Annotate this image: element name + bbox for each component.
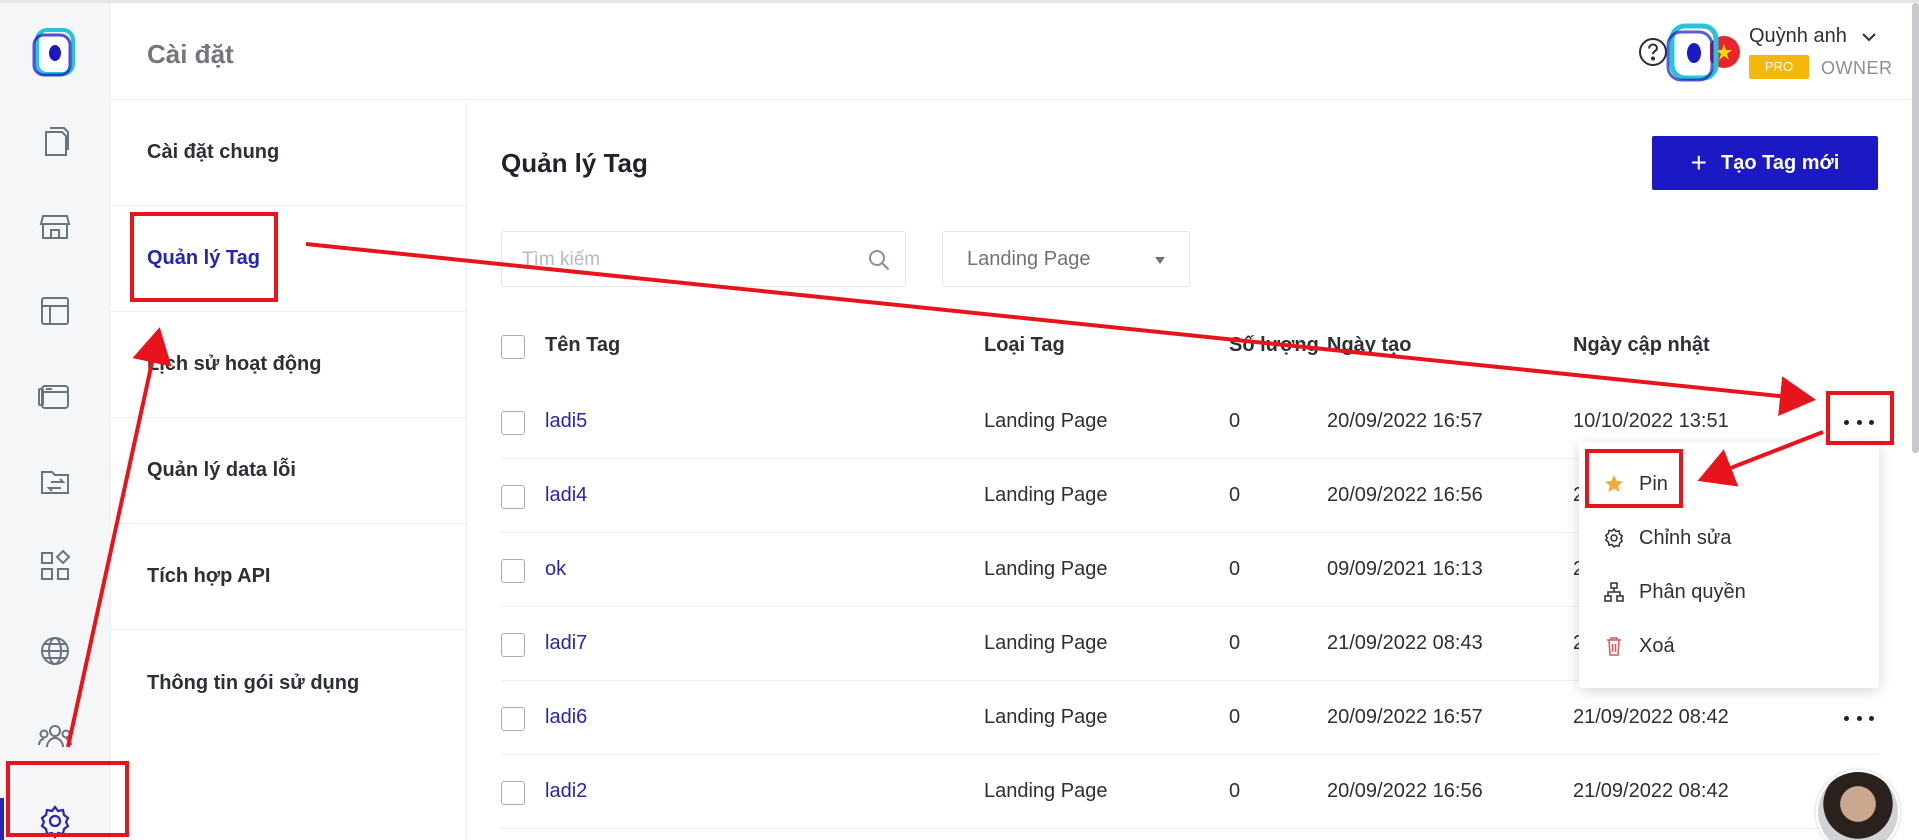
menu-item-label: Xoá	[1639, 634, 1675, 657]
menu-item-label: Chỉnh sửa	[1639, 526, 1732, 549]
menu-item-edit[interactable]: Chỉnh sửa	[1603, 518, 1731, 558]
row-more-button[interactable]	[1840, 706, 1878, 730]
tag-updated: 21/09/2022 08:42	[1573, 706, 1729, 728]
section-title: Quản lý Tag	[501, 148, 648, 178]
column-header-type[interactable]: Loại Tag	[984, 334, 1065, 357]
app-logo[interactable]	[31, 26, 79, 80]
tag-type: Landing Page	[984, 558, 1108, 580]
row-checkbox[interactable]	[501, 485, 525, 509]
store-icon[interactable]	[37, 208, 73, 244]
submenu-item-activity-history[interactable]: Lịch sử hoạt động	[111, 312, 467, 418]
create-tag-label: Tạo Tag mới	[1721, 151, 1840, 174]
submenu-item-api-integration[interactable]: Tích hợp API	[111, 524, 467, 630]
tag-count: 0	[1229, 558, 1241, 580]
tag-count: 0	[1229, 706, 1241, 728]
highlight-pin-item	[1585, 449, 1683, 508]
tag-name-link[interactable]: ladi6	[545, 706, 587, 729]
tag-updated: 21/09/2022 08:42	[1573, 780, 1729, 802]
trash-icon	[1607, 637, 1621, 656]
select-all-checkbox[interactable]	[501, 335, 525, 359]
row-checkbox[interactable]	[501, 633, 525, 657]
menu-item-label: Phân quyền	[1639, 580, 1746, 603]
column-header-count[interactable]: Số lượng	[1229, 334, 1319, 357]
tag-type-select[interactable]: Landing Page	[942, 231, 1190, 287]
table-row: ladi2 Landing Page 0 20/09/2022 16:56 21…	[501, 755, 1878, 829]
plus-icon: +	[1690, 147, 1708, 178]
tag-created: 20/09/2022 16:57	[1327, 706, 1483, 728]
highlight-settings-icon	[6, 761, 129, 837]
team-icon[interactable]	[37, 718, 73, 754]
tag-created: 20/09/2022 16:56	[1327, 484, 1483, 506]
submenu-item-error-data[interactable]: Quản lý data lỗi	[111, 418, 467, 524]
menu-item-permissions[interactable]: Phân quyền	[1603, 572, 1746, 612]
tag-name-link[interactable]: ok	[545, 558, 566, 581]
tag-created: 09/09/2021 16:13	[1327, 558, 1483, 580]
globe-icon[interactable]	[37, 633, 73, 669]
support-chat-avatar[interactable]	[1816, 770, 1900, 840]
user-role: OWNER	[1821, 58, 1893, 78]
tag-name-link[interactable]: ladi7	[545, 632, 587, 655]
highlight-more-button	[1826, 391, 1894, 445]
menu-item-delete[interactable]: Xoá	[1603, 626, 1675, 666]
tag-count: 0	[1229, 410, 1241, 432]
submenu-item-plan-info[interactable]: Thông tin gói sử dụng	[111, 630, 467, 736]
plan-badge: PRO	[1749, 55, 1809, 79]
column-header-name[interactable]: Tên Tag	[545, 334, 620, 357]
tag-type: Landing Page	[984, 632, 1108, 654]
search-icon[interactable]	[867, 248, 891, 272]
row-checkbox[interactable]	[501, 559, 525, 583]
tag-type: Landing Page	[984, 410, 1108, 432]
left-rail	[0, 3, 111, 840]
column-header-updated[interactable]: Ngày cập nhật	[1573, 334, 1710, 357]
chevron-down-icon[interactable]	[1861, 31, 1877, 43]
pages-icon[interactable]	[37, 123, 73, 159]
tag-count: 0	[1229, 780, 1241, 802]
search-box	[501, 231, 906, 287]
tag-created: 20/09/2022 16:56	[1327, 780, 1483, 802]
gear-icon	[1604, 527, 1624, 549]
active-nav-indicator	[0, 798, 4, 840]
create-tag-button[interactable]: + Tạo Tag mới	[1652, 136, 1878, 190]
caret-down-icon	[1155, 257, 1165, 264]
template-icon[interactable]	[37, 293, 73, 329]
table-row: ladi6 Landing Page 0 20/09/2022 16:57 21…	[501, 681, 1878, 755]
browser-icon[interactable]	[37, 378, 73, 414]
user-name[interactable]: Quỳnh anh	[1749, 25, 1847, 48]
user-avatar[interactable]	[1663, 21, 1725, 85]
tag-count: 0	[1229, 484, 1241, 506]
apps-icon[interactable]	[37, 548, 73, 584]
tag-type: Landing Page	[984, 484, 1108, 506]
tag-name-link[interactable]: ladi2	[545, 780, 587, 803]
row-checkbox[interactable]	[501, 781, 525, 805]
row-checkbox[interactable]	[501, 707, 525, 731]
hierarchy-icon	[1604, 582, 1624, 602]
tag-name-link[interactable]: ladi4	[545, 484, 587, 507]
folder-transfer-icon[interactable]	[37, 463, 73, 499]
scrollbar[interactable]	[1912, 3, 1919, 453]
top-header: Cài đặt Quỳnh anh PRO OWNER	[111, 3, 1919, 100]
tag-type: Landing Page	[984, 706, 1108, 728]
tag-name-link[interactable]: ladi5	[545, 410, 587, 433]
settings-submenu: Cài đặt chung Quản lý Tag Lịch sử hoạt đ…	[111, 100, 467, 840]
tag-created: 21/09/2022 08:43	[1327, 632, 1483, 654]
tag-type: Landing Page	[984, 780, 1108, 802]
submenu-item-general[interactable]: Cài đặt chung	[111, 100, 467, 206]
tag-count: 0	[1229, 632, 1241, 654]
tag-updated: 10/10/2022 13:51	[1573, 410, 1729, 432]
highlight-tag-management	[130, 212, 278, 302]
row-checkbox[interactable]	[501, 411, 525, 435]
column-header-created[interactable]: Ngày tạo	[1327, 334, 1411, 357]
tag-created: 20/09/2022 16:57	[1327, 410, 1483, 432]
tag-type-select-value: Landing Page	[967, 248, 1091, 270]
page-title: Cài đặt	[147, 39, 234, 69]
search-input[interactable]	[522, 246, 852, 274]
